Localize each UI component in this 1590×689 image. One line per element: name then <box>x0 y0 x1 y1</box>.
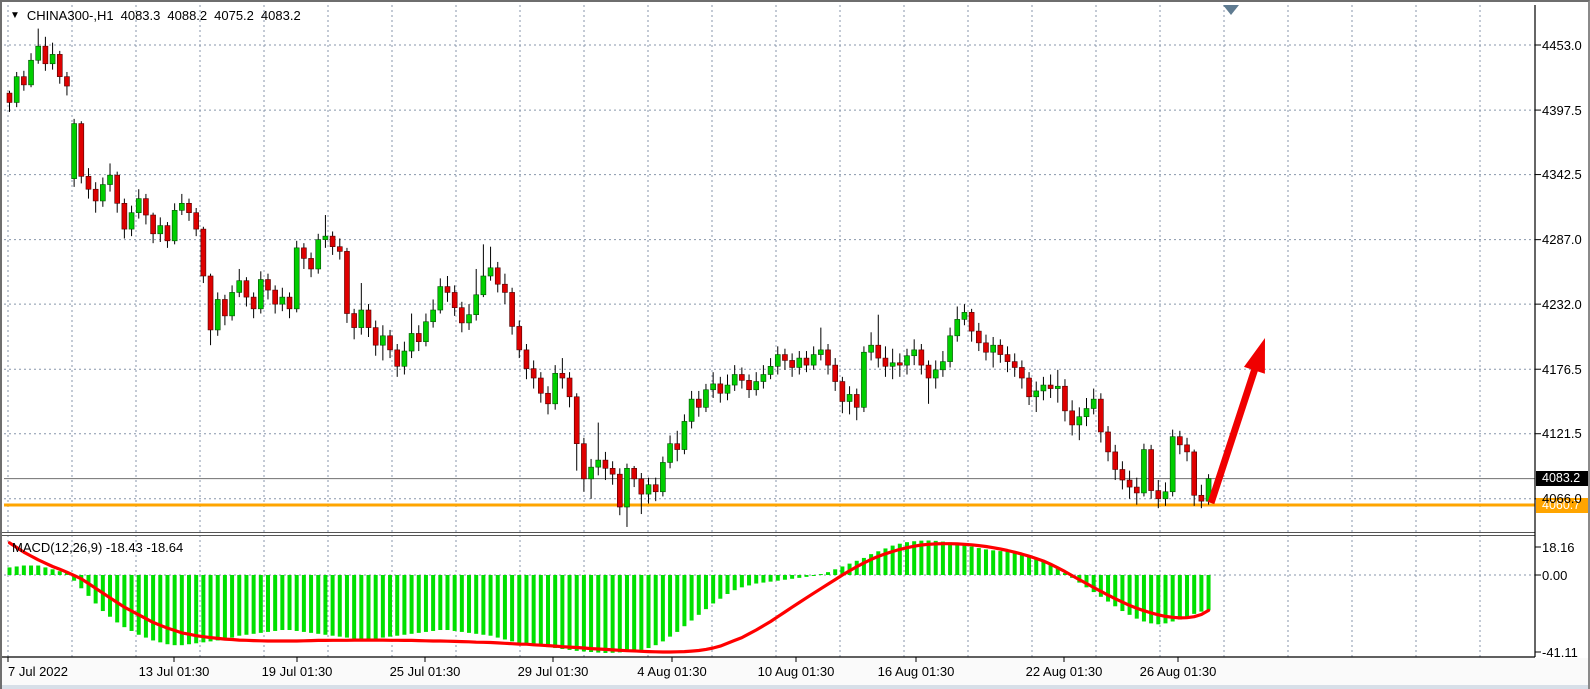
pane-separator-bottom <box>2 535 1535 536</box>
time-axis-label: 16 Aug 01:30 <box>878 664 955 679</box>
chart-window: ▼ CHINA300-,H1 4083.3 4088.2 4075.2 4083… <box>0 0 1590 689</box>
chart-shift-marker-icon[interactable] <box>1223 5 1239 15</box>
time-axis-label: 10 Aug 01:30 <box>758 664 835 679</box>
price-axis-label: 4176.5 <box>1542 362 1582 377</box>
price-axis-label: 4342.5 <box>1542 167 1582 182</box>
time-axis-label: 4 Aug 01:30 <box>637 664 706 679</box>
ohlc-open: 4083.3 <box>121 8 161 23</box>
price-axis-label: 4397.5 <box>1542 103 1582 118</box>
time-axis-label: 13 Jul 01:30 <box>139 664 210 679</box>
price-axis-label: 4121.5 <box>1542 426 1582 441</box>
time-axis-label: 22 Aug 01:30 <box>1026 664 1103 679</box>
time-axis-label: 7 Jul 2022 <box>8 664 68 679</box>
macd-axis-label: -41.11 <box>1542 645 1578 660</box>
current-price-tag: 4083.2 <box>1536 471 1590 486</box>
time-axis-label: 29 Jul 01:30 <box>518 664 589 679</box>
chart-title: ▼ CHINA300-,H1 4083.3 4088.2 4075.2 4083… <box>10 8 301 23</box>
price-axis-label: 4453.0 <box>1542 38 1582 53</box>
macd-axis-label: 18.16 <box>1542 540 1575 555</box>
window-bottom-edge <box>2 685 1590 689</box>
gridlines <box>4 5 1541 657</box>
ohlc-low: 4075.2 <box>214 8 254 23</box>
price-axis-label: 4287.0 <box>1542 232 1582 247</box>
macd-indicator-label: MACD(12,26,9) -18.43 -18.64 <box>12 540 183 555</box>
price-axis-label: 4066.0 <box>1542 491 1582 506</box>
time-axis-label: 26 Aug 01:30 <box>1140 664 1217 679</box>
ohlc-close: 4083.2 <box>261 8 301 23</box>
symbol-period-label: CHINA300-,H1 <box>27 8 114 23</box>
time-axis-label: 25 Jul 01:30 <box>390 664 461 679</box>
candlestick-chart[interactable] <box>2 2 1590 689</box>
macd-axis-label: 0.00 <box>1542 568 1567 583</box>
candles-series <box>7 29 1211 527</box>
time-axis-label: 19 Jul 01:30 <box>262 664 333 679</box>
symbol-dropdown-icon[interactable]: ▼ <box>10 9 20 22</box>
pane-separator-top[interactable] <box>2 532 1535 533</box>
price-axis-label: 4232.0 <box>1542 297 1582 312</box>
ohlc-high: 4088.2 <box>167 8 207 23</box>
